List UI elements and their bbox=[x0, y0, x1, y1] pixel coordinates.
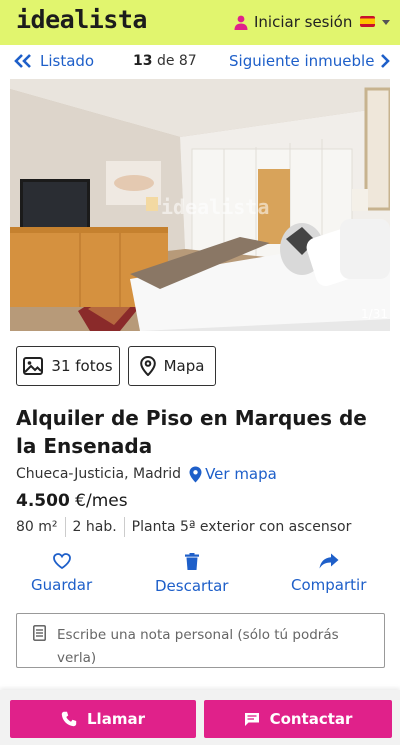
discard-button[interactable]: Descartar bbox=[155, 553, 228, 595]
contact-label: Contactar bbox=[269, 710, 353, 728]
listing-navigation: Listado 13 de 87 Siguiente inmueble bbox=[0, 45, 400, 79]
idealista-logo[interactable]: idealista bbox=[16, 5, 147, 34]
save-button[interactable]: Guardar bbox=[31, 553, 92, 594]
view-map-label: Ver mapa bbox=[205, 465, 277, 483]
map-pin-icon bbox=[189, 466, 202, 482]
top-bar: idealista Iniciar sesión bbox=[0, 0, 400, 45]
neighborhood-label: Chueca-Justicia, Madrid bbox=[16, 466, 182, 482]
save-label: Guardar bbox=[31, 576, 93, 594]
back-to-list-link[interactable]: Listado bbox=[14, 52, 94, 70]
main-photo[interactable]: idealista 1/31 bbox=[10, 79, 390, 331]
feature-floor: Planta 5ª exterior con ascensor bbox=[131, 519, 352, 535]
photo-counter: 1/31 bbox=[361, 307, 388, 321]
personal-note-field[interactable]: Escribe una nota personal (sólo tú podrá… bbox=[16, 613, 385, 668]
photos-button[interactable]: 31 fotos bbox=[16, 346, 120, 386]
chevron-right-icon bbox=[381, 54, 391, 68]
login-button[interactable]: Iniciar sesión bbox=[234, 13, 352, 31]
next-listing-link[interactable]: Siguiente inmueble bbox=[229, 52, 391, 70]
feature-divider bbox=[123, 517, 125, 537]
photo-watermark: idealista bbox=[161, 195, 270, 219]
view-map-link[interactable]: Ver mapa bbox=[189, 465, 277, 483]
login-label: Iniciar sesión bbox=[254, 13, 353, 31]
share-arrow-icon bbox=[319, 553, 339, 569]
image-icon bbox=[23, 357, 44, 375]
note-icon bbox=[33, 625, 46, 641]
heart-icon bbox=[52, 553, 71, 569]
discard-label: Descartar bbox=[155, 577, 229, 595]
call-button[interactable]: Llamar bbox=[10, 700, 196, 738]
double-chevron-left-icon bbox=[14, 54, 31, 68]
language-caret-icon[interactable] bbox=[382, 20, 390, 25]
feature-divider bbox=[64, 517, 66, 537]
map-button[interactable]: Mapa bbox=[128, 346, 216, 386]
listing-location: Chueca-Justicia, Madrid Ver mapa bbox=[16, 465, 277, 483]
location-pin-icon bbox=[139, 356, 156, 376]
listing-price: 4.500 €/mes bbox=[16, 491, 128, 511]
trash-icon bbox=[184, 553, 199, 570]
price-unit: €/mes bbox=[69, 491, 128, 511]
contact-button[interactable]: Contactar bbox=[204, 700, 392, 738]
next-label: Siguiente inmueble bbox=[229, 52, 375, 70]
listing-position: 13 de 87 bbox=[133, 53, 197, 69]
photos-button-label: 31 fotos bbox=[51, 357, 113, 375]
map-button-label: Mapa bbox=[163, 357, 205, 375]
listing-title: Alquiler de Piso en Marques de la Ensena… bbox=[16, 406, 367, 458]
chat-icon bbox=[244, 712, 259, 726]
share-label: Compartir bbox=[291, 576, 367, 594]
listing-features: 80 m² 2 hab. Planta 5ª exterior con asce… bbox=[16, 516, 351, 538]
back-label: Listado bbox=[40, 52, 95, 70]
call-label: Llamar bbox=[87, 710, 145, 728]
feature-rooms: 2 hab. bbox=[72, 519, 117, 535]
share-button[interactable]: Compartir bbox=[291, 553, 366, 594]
price-amount: 4.500 bbox=[16, 491, 70, 511]
position-total: de 87 bbox=[156, 53, 197, 69]
feature-size: 80 m² bbox=[16, 519, 58, 535]
position-current: 13 bbox=[133, 53, 153, 69]
user-icon bbox=[234, 15, 248, 30]
note-placeholder: Escribe una nota personal (sólo tú podrá… bbox=[57, 627, 339, 666]
spain-flag-icon[interactable] bbox=[360, 16, 375, 27]
phone-icon bbox=[61, 711, 77, 727]
